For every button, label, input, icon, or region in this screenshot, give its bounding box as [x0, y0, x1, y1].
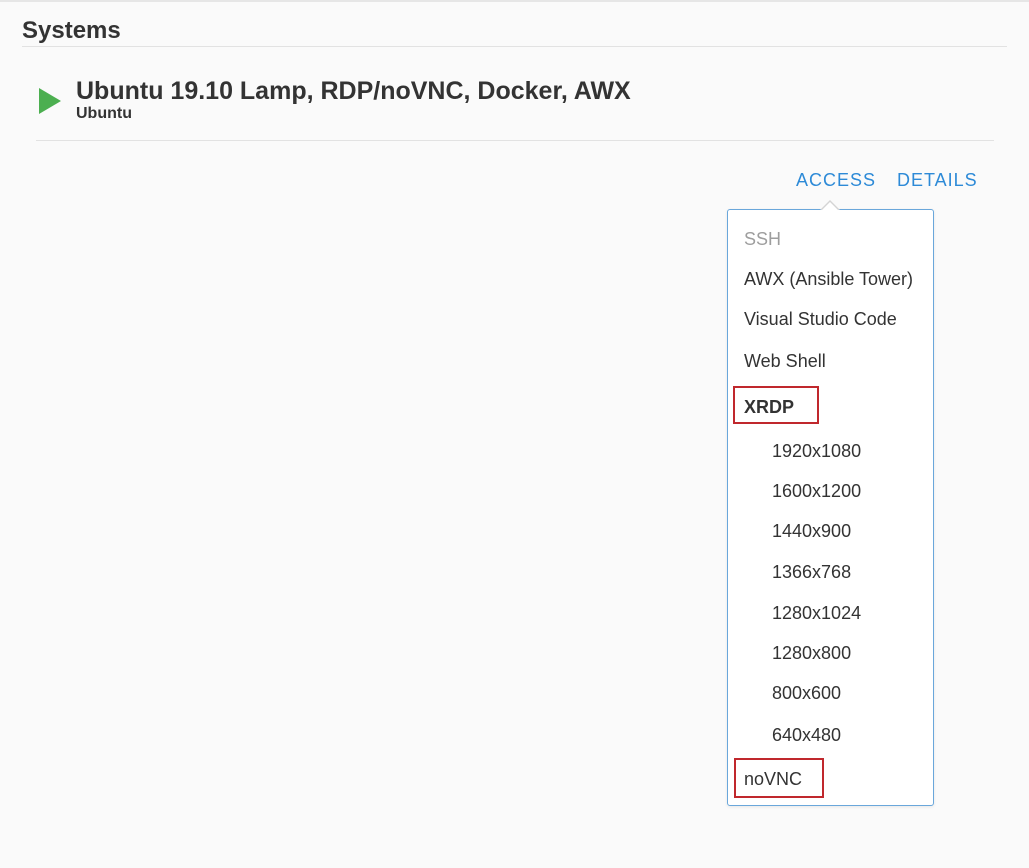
menu-item-xrdp-1600x1200[interactable]: 1600x1200 [772, 480, 861, 502]
top-divider [0, 0, 1029, 2]
system-os: Ubuntu [76, 105, 132, 122]
section-title: Systems [22, 17, 121, 44]
menu-header-xrdp: XRDP [744, 397, 795, 417]
play-icon[interactable] [39, 88, 61, 114]
system-row[interactable]: Ubuntu 19.10 Lamp, RDP/noVNC, Docker, AW… [36, 74, 994, 140]
tab-details[interactable]: DETAILS [897, 169, 978, 191]
tab-access[interactable]: ACCESS [796, 169, 876, 191]
menu-item-xrdp-1366x768[interactable]: 1366x768 [772, 561, 851, 583]
dropdown-caret-fill [821, 202, 839, 211]
menu-item-ssh: SSH [744, 229, 782, 249]
menu-item-vscode[interactable]: Visual Studio Code [744, 308, 897, 330]
menu-item-xrdp-1280x800[interactable]: 1280x800 [772, 642, 851, 664]
access-dropdown-menu [727, 209, 934, 806]
system-name: Ubuntu 19.10 Lamp, RDP/noVNC, Docker, AW… [76, 77, 631, 105]
menu-item-xrdp-1920x1080[interactable]: 1920x1080 [772, 440, 861, 462]
row-divider [36, 140, 994, 141]
menu-item-awx[interactable]: AWX (Ansible Tower) [744, 268, 913, 290]
menu-item-xrdp-1280x1024[interactable]: 1280x1024 [772, 602, 861, 624]
menu-item-xrdp-1440x900[interactable]: 1440x900 [772, 520, 851, 542]
menu-item-xrdp-800x600[interactable]: 800x600 [772, 682, 841, 704]
menu-item-novnc[interactable]: noVNC [744, 768, 802, 790]
section-divider [22, 46, 1007, 47]
menu-item-xrdp-640x480[interactable]: 640x480 [772, 724, 841, 746]
menu-item-web-shell[interactable]: Web Shell [744, 350, 826, 372]
